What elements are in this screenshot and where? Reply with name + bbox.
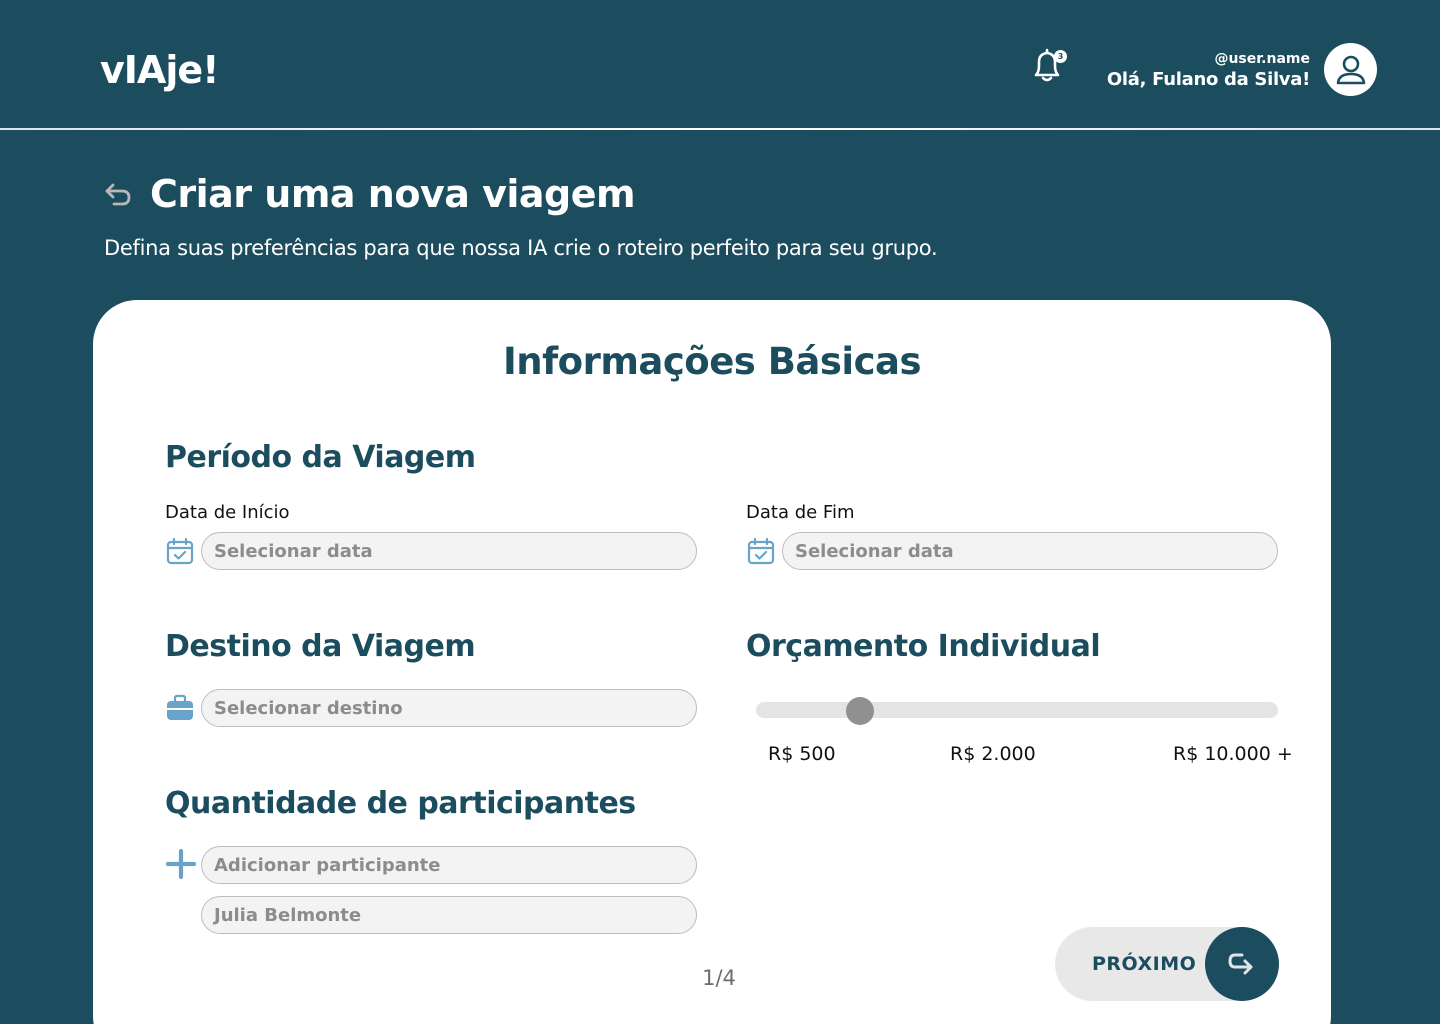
suitcase-icon (167, 694, 193, 720)
end-date-input[interactable]: Selecionar data (782, 532, 1278, 570)
calendar-check-icon (166, 537, 194, 565)
next-button[interactable]: PRÓXIMO (1055, 927, 1279, 1001)
destination-input[interactable]: Selecionar destino (201, 689, 697, 727)
user-greeting: Olá, Fulano da Silva! (1106, 69, 1310, 90)
budget-min-label: R$ 500 (768, 743, 836, 765)
budget-max-label: R$ 10.000 + (1173, 743, 1293, 765)
add-participant-button[interactable] (165, 848, 197, 880)
avatar[interactable] (1324, 43, 1377, 96)
calendar-check-icon (747, 537, 775, 565)
app-logo[interactable]: vIAje! (100, 48, 219, 92)
user-icon (1336, 55, 1365, 84)
next-button-label: PRÓXIMO (1092, 953, 1197, 975)
header-divider (0, 128, 1440, 130)
notification-badge: 3 (1054, 50, 1067, 63)
basic-info-card: Informações Básicas Período da Viagem Da… (93, 300, 1331, 1024)
budget-slider-thumb[interactable] (846, 697, 875, 725)
add-participant-input[interactable]: Adicionar participante (201, 846, 697, 884)
period-section-title: Período da Viagem (165, 440, 476, 475)
start-date-input[interactable]: Selecionar data (201, 532, 697, 570)
plus-icon (165, 848, 197, 880)
next-button-circle (1205, 927, 1279, 1001)
budget-section-title: Orçamento Individual (746, 629, 1101, 664)
start-date-label: Data de Início (165, 502, 290, 523)
budget-mid-label: R$ 2.000 (950, 743, 1036, 765)
undo-arrow-icon (105, 183, 131, 206)
page-title: Criar uma nova viagem (150, 172, 636, 216)
top-header: vIAje! 3 @user.name Olá, Fulano da Silva… (0, 0, 1440, 130)
back-button[interactable] (104, 182, 132, 208)
participants-section-title: Quantidade de participantes (165, 786, 636, 821)
end-date-label: Data de Fim (746, 502, 855, 523)
budget-slider[interactable] (756, 697, 1278, 725)
destination-section-title: Destino da Viagem (165, 629, 476, 664)
user-handle: @user.name (1214, 51, 1310, 67)
card-title: Informações Básicas (502, 340, 922, 383)
forward-arrow-icon (1228, 953, 1253, 975)
participant-item[interactable]: Julia Belmonte (201, 896, 697, 934)
page-subtitle: Defina suas preferências para que nossa … (104, 236, 938, 260)
